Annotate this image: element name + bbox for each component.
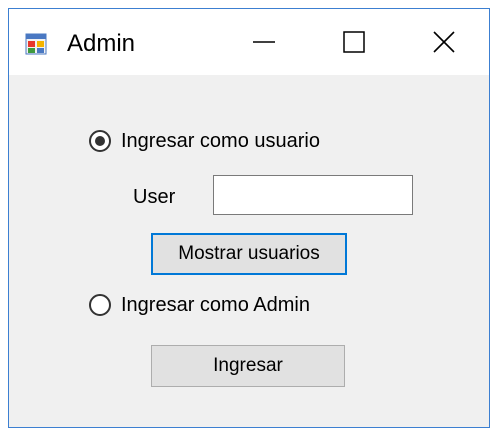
radio-admin-label[interactable]: Ingresar como Admin (121, 293, 310, 317)
maximize-button[interactable] (309, 9, 399, 75)
mostrar-usuarios-button[interactable]: Mostrar usuarios (151, 233, 347, 275)
window-title: Admin (67, 30, 136, 57)
radio-button-unchecked[interactable] (89, 294, 111, 316)
ingresar-button[interactable]: Ingresar (151, 345, 345, 387)
minimize-icon (253, 41, 275, 43)
close-icon (433, 31, 455, 53)
radio-ingresar-admin[interactable]: Ingresar como Admin (89, 293, 310, 317)
title-bar[interactable]: Admin (9, 9, 489, 75)
windows-form-icon (25, 33, 47, 55)
user-input[interactable] (213, 175, 413, 215)
minimize-button[interactable] (219, 9, 309, 75)
radio-button-checked[interactable] (89, 130, 111, 152)
radio-user-label[interactable]: Ingresar como usuario (121, 129, 320, 153)
form-client-area: Ingresar como usuario User Mostrar usuar… (9, 75, 489, 427)
close-button[interactable] (399, 9, 489, 75)
admin-window: Admin Ingresar como usuario User Mostrar… (8, 8, 490, 428)
user-label: User (133, 186, 176, 208)
maximize-icon (343, 31, 365, 53)
radio-dot (95, 136, 105, 146)
radio-ingresar-usuario[interactable]: Ingresar como usuario (89, 129, 320, 153)
